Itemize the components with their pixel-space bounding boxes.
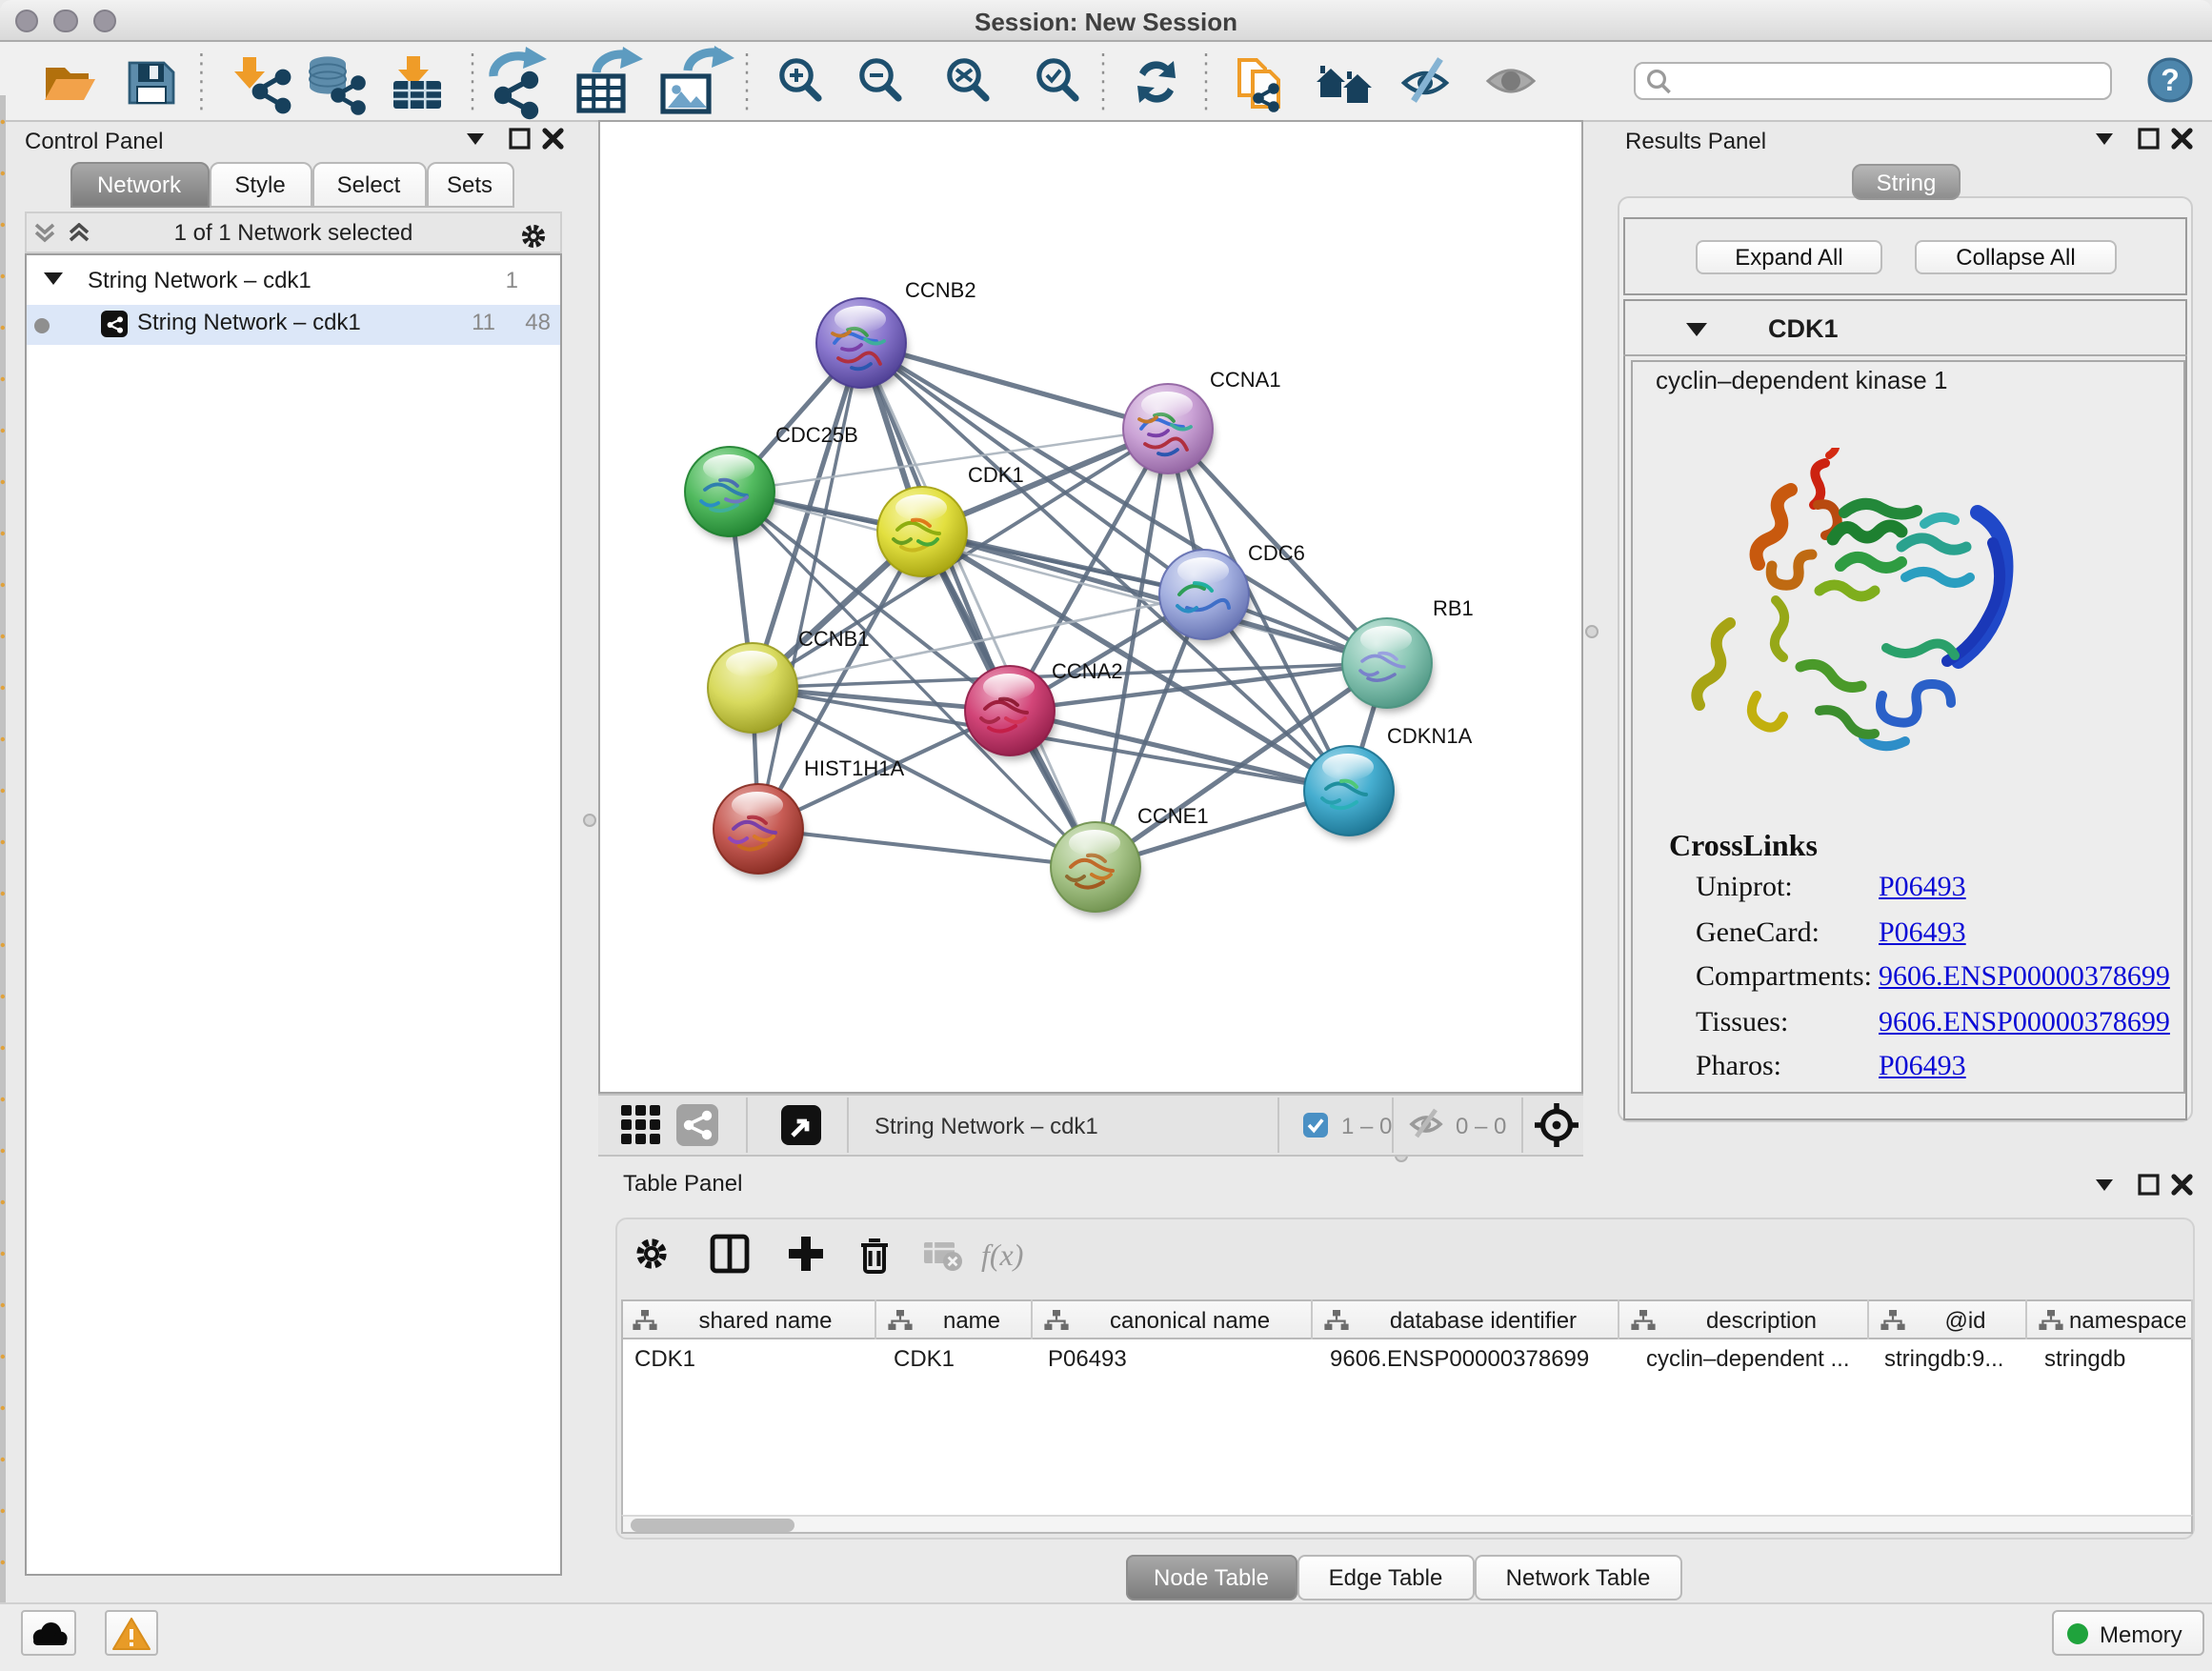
svg-text:CCNA2: CCNA2 (1052, 659, 1123, 683)
svg-text:CDC25B: CDC25B (775, 423, 858, 447)
svg-text:CCNB1: CCNB1 (798, 627, 870, 651)
svg-text:0 – 0: 0 – 0 (1456, 1114, 1506, 1139)
svg-text:CDKN1A: CDKN1A (1387, 724, 1473, 748)
svg-text:RB1: RB1 (1433, 596, 1474, 620)
svg-text:CDC6: CDC6 (1248, 541, 1305, 565)
svg-text:f(x): f(x) (981, 1238, 1023, 1272)
svg-text:?: ? (2161, 63, 2180, 97)
svg-text:CCNE1: CCNE1 (1137, 804, 1209, 828)
svg-text:1 – 0: 1 – 0 (1341, 1114, 1392, 1139)
svg-text:CDK1: CDK1 (968, 463, 1024, 487)
svg-text:String Network – cdk1: String Network – cdk1 (875, 1114, 1098, 1139)
svg-text:HIST1H1A: HIST1H1A (804, 756, 904, 780)
svg-text:CCNB2: CCNB2 (905, 278, 976, 302)
svg-text:CCNA1: CCNA1 (1210, 368, 1281, 392)
